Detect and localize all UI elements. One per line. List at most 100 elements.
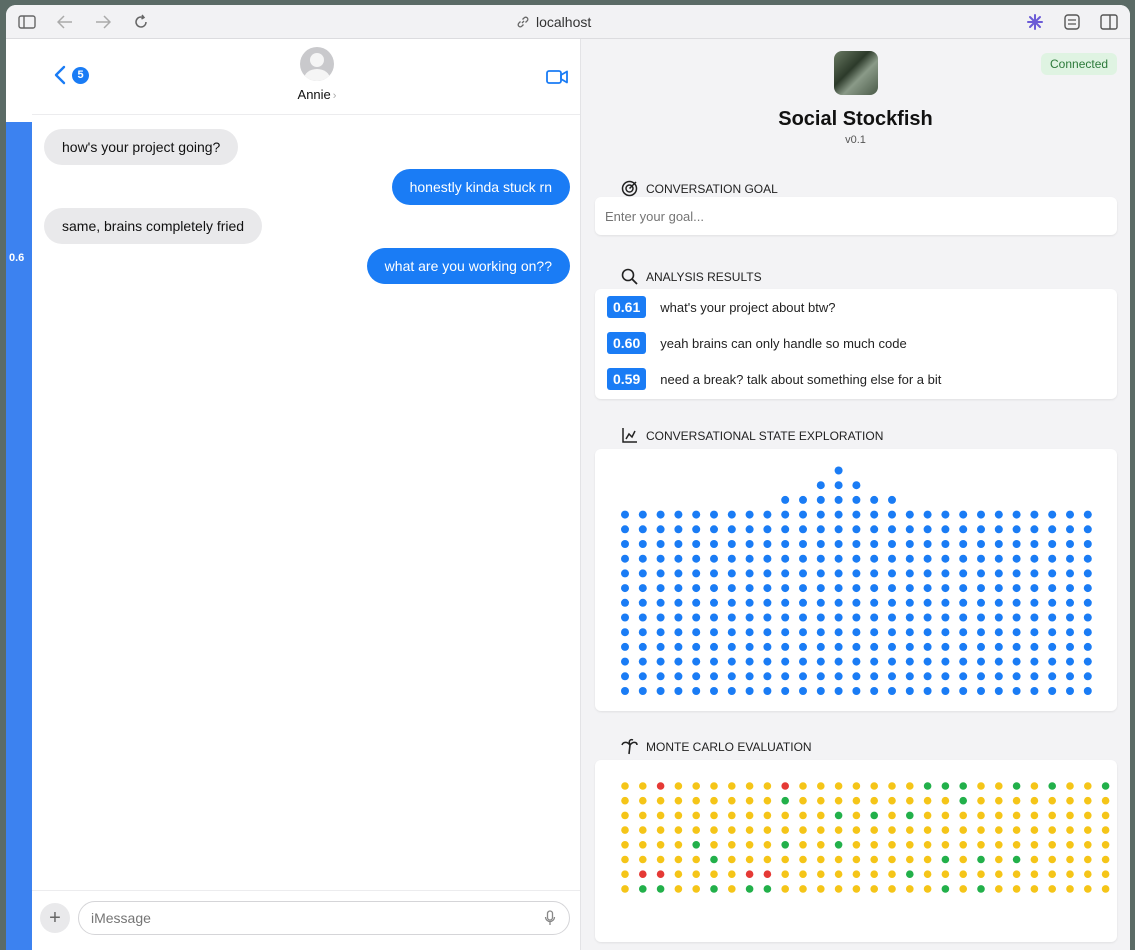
message-bubble-incoming: how's your project going? (44, 129, 239, 165)
state-node (994, 569, 1003, 578)
state-node (1066, 525, 1074, 534)
evaluation-dot (692, 782, 700, 790)
sidebar-toggle-icon[interactable] (18, 13, 36, 31)
evaluation-dot (817, 826, 825, 834)
state-node (1012, 510, 1021, 519)
state-node (781, 569, 790, 578)
evaluation-dot (674, 841, 683, 849)
state-node (638, 598, 647, 607)
microphone-icon[interactable] (544, 910, 556, 926)
evaluation-dot (674, 782, 683, 790)
state-node (745, 598, 754, 607)
evaluation-dot (745, 870, 754, 878)
state-node (941, 554, 950, 563)
split-view-icon[interactable] (1100, 13, 1118, 31)
state-node (1030, 584, 1039, 593)
state-node (977, 657, 985, 666)
connection-status-badge: Connected (1041, 53, 1118, 75)
evaluation-dot (745, 841, 754, 849)
evaluation-dot (639, 885, 647, 893)
state-node (923, 628, 932, 637)
state-node (870, 554, 879, 563)
state-node (763, 584, 772, 593)
video-call-button[interactable] (546, 69, 568, 90)
state-node (1012, 584, 1021, 593)
evaluation-dot (656, 826, 665, 834)
evaluation-dot (1012, 885, 1021, 893)
add-attachment-button[interactable]: + (40, 903, 70, 933)
state-node (799, 569, 807, 578)
message-input[interactable] (78, 901, 570, 935)
state-node (692, 687, 701, 695)
forward-arrow-icon[interactable] (94, 13, 112, 31)
result-row[interactable]: 0.60 yeah brains can only handle so much… (607, 332, 907, 354)
state-node (905, 657, 914, 666)
state-node (870, 628, 879, 637)
state-node (994, 584, 1003, 593)
state-node (870, 495, 879, 504)
state-node (959, 642, 968, 651)
state-node (834, 554, 843, 563)
evaluation-dot (781, 796, 789, 805)
evaluation-dot (728, 782, 736, 790)
state-node (799, 554, 807, 563)
state-node (1066, 598, 1074, 607)
state-node (977, 613, 985, 622)
evaluation-dot (923, 855, 932, 864)
state-node (621, 540, 629, 548)
browser-toolbar: localhost (6, 5, 1130, 39)
evaluation-dot (870, 826, 878, 834)
goal-heading: CONVERSATION GOAL (646, 181, 778, 196)
state-node (923, 613, 932, 622)
evaluation-dot (1030, 811, 1039, 820)
evaluation-dot (639, 782, 647, 790)
state-node (852, 540, 861, 548)
state-node (977, 554, 985, 563)
evaluation-dot (1030, 841, 1039, 849)
state-node (692, 613, 701, 622)
evaluation-dot (692, 841, 700, 849)
state-node (959, 598, 968, 607)
evaluation-dot (621, 826, 629, 834)
evaluation-dot (674, 811, 683, 820)
state-node (870, 540, 879, 548)
evaluation-dot (656, 811, 665, 820)
state-node (1066, 672, 1074, 681)
evaluation-dot (941, 826, 950, 834)
avatar (300, 47, 334, 81)
state-node (852, 628, 861, 637)
evaluation-dot (852, 870, 861, 878)
evaluation-dot (1066, 826, 1074, 834)
extension-settings-icon[interactable] (1063, 13, 1081, 31)
social-stockfish-panel: Connected Social Stockfish v0.1 CONVERSA… (581, 39, 1130, 950)
state-node (852, 510, 861, 519)
state-node (941, 569, 950, 578)
state-node (905, 672, 914, 681)
back-arrow-icon[interactable] (56, 13, 74, 31)
back-button[interactable]: 5 (54, 65, 89, 85)
state-node (888, 540, 896, 548)
evaluation-dot (1101, 782, 1110, 790)
evaluation-dot (763, 870, 772, 878)
state-node (888, 672, 896, 681)
state-node (959, 525, 968, 534)
reload-icon[interactable] (132, 13, 150, 31)
state-node (1012, 613, 1021, 622)
state-node (1066, 569, 1074, 578)
contact-header[interactable]: Annie › (287, 47, 347, 102)
evaluation-dot (1066, 841, 1074, 849)
state-node (941, 598, 950, 607)
evaluation-dot (941, 885, 950, 893)
goal-input[interactable] (595, 197, 1117, 235)
evaluation-dot (656, 841, 665, 849)
url-bar[interactable]: localhost (516, 14, 591, 30)
state-node (638, 540, 647, 548)
evaluation-dot (995, 870, 1003, 878)
state-node (905, 584, 914, 593)
result-row[interactable]: 0.61 what's your project about btw? (607, 296, 835, 318)
evaluation-dot (959, 855, 967, 864)
state-node (959, 613, 968, 622)
extension-asterisk-icon[interactable] (1026, 13, 1044, 31)
result-row[interactable]: 0.59 need a break? talk about something … (607, 368, 941, 390)
state-node (888, 598, 896, 607)
